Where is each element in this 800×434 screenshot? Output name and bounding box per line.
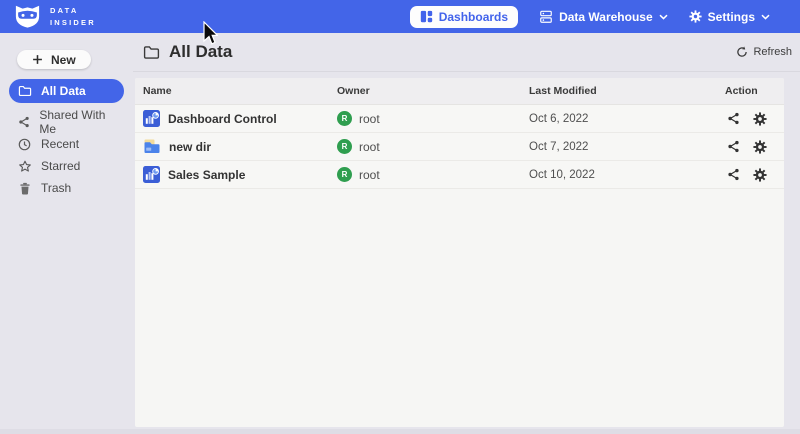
page-layout: New All Data Shared With Me [0, 33, 800, 434]
column-header-action: Action [725, 85, 776, 97]
warehouse-icon [539, 10, 553, 24]
last-modified-cell: Oct 7, 2022 [529, 141, 725, 153]
last-modified-cell: Oct 6, 2022 [529, 113, 725, 125]
sidebar: New All Data Shared With Me [0, 33, 133, 434]
share-icon [17, 116, 30, 128]
action-cell [725, 140, 776, 154]
table-row[interactable]: new dir R root Oct 7, 2022 [135, 133, 784, 161]
column-header-name: Name [143, 85, 337, 97]
name-cell: new dir [143, 139, 337, 154]
folder-outline-icon [143, 45, 160, 60]
dashboards-label: Dashboards [439, 10, 508, 24]
top-bar: DATA INSIDER Dashboards [0, 0, 800, 33]
folder-file-icon [143, 139, 161, 154]
brand-logo[interactable]: DATA INSIDER [13, 4, 96, 29]
owner-avatar: R [337, 111, 352, 126]
sidebar-item-label: Shared With Me [39, 108, 116, 136]
owner-name: root [359, 140, 380, 154]
dashboards-button[interactable]: Dashboards [410, 6, 518, 28]
sidebar-nav: All Data Shared With Me Recent [0, 79, 133, 199]
brand-name: DATA INSIDER [50, 5, 96, 28]
file-name: Dashboard Control [168, 112, 277, 126]
page-title-text: All Data [169, 42, 232, 62]
sidebar-item-label: Starred [41, 159, 80, 173]
dashboard-file-icon [143, 110, 160, 127]
share-icon[interactable] [727, 168, 740, 181]
file-table-card: Name Owner Last Modified Action [135, 78, 784, 427]
new-button-label: New [51, 53, 76, 67]
table-row[interactable]: Dashboard Control R root Oct 6, 2022 [135, 105, 784, 133]
main-content: All Data Refresh Name Owner Last Modifie… [133, 33, 800, 434]
sidebar-item-shared-with-me[interactable]: Shared With Me [9, 111, 124, 133]
gear-icon[interactable] [753, 112, 767, 126]
owner-cell: R root [337, 167, 529, 182]
trash-icon [17, 182, 32, 195]
dashboard-file-icon [143, 166, 160, 183]
window-bottom-edge [0, 429, 800, 434]
sidebar-item-label: All Data [41, 84, 86, 98]
name-cell: Sales Sample [143, 166, 337, 183]
sidebar-item-all-data[interactable]: All Data [9, 79, 124, 103]
owner-cell: R root [337, 111, 529, 126]
action-cell [725, 168, 776, 182]
settings-label: Settings [708, 10, 755, 24]
settings-menu[interactable]: Settings [689, 10, 770, 24]
owner-avatar: R [337, 139, 352, 154]
share-icon[interactable] [727, 112, 740, 125]
file-name: Sales Sample [168, 168, 245, 182]
owner-cell: R root [337, 139, 529, 154]
chevron-down-icon [761, 14, 770, 20]
gear-icon [689, 10, 702, 23]
folder-icon [17, 85, 32, 97]
file-name: new dir [169, 140, 211, 154]
sidebar-item-label: Recent [41, 137, 79, 151]
owl-logo-icon [13, 4, 42, 29]
dashboard-grid-icon [420, 10, 433, 23]
sidebar-item-recent[interactable]: Recent [9, 133, 124, 155]
clock-icon [17, 138, 32, 151]
table-row[interactable]: Sales Sample R root Oct 10, 2022 [135, 161, 784, 189]
sidebar-item-trash[interactable]: Trash [9, 177, 124, 199]
star-icon [17, 160, 32, 173]
owner-avatar: R [337, 167, 352, 182]
gear-icon[interactable] [753, 168, 767, 182]
content-header: All Data Refresh [133, 33, 800, 72]
table-header-row: Name Owner Last Modified Action [135, 78, 784, 105]
column-header-last-modified: Last Modified [529, 85, 725, 97]
data-warehouse-menu[interactable]: Data Warehouse [539, 10, 668, 24]
action-cell [725, 112, 776, 126]
sidebar-item-label: Trash [41, 181, 71, 195]
refresh-label: Refresh [753, 46, 792, 58]
chevron-down-icon [659, 14, 668, 20]
owner-name: root [359, 112, 380, 126]
page-title: All Data [143, 42, 232, 62]
name-cell: Dashboard Control [143, 110, 337, 127]
refresh-icon [736, 46, 748, 58]
last-modified-cell: Oct 10, 2022 [529, 169, 725, 181]
gear-icon[interactable] [753, 140, 767, 154]
sidebar-item-starred[interactable]: Starred [9, 155, 124, 177]
plus-icon [32, 54, 43, 65]
top-nav: Dashboards Data Warehouse [410, 6, 770, 28]
column-header-owner: Owner [337, 85, 529, 97]
share-icon[interactable] [727, 140, 740, 153]
new-button[interactable]: New [17, 50, 91, 69]
owner-name: root [359, 168, 380, 182]
refresh-button[interactable]: Refresh [736, 46, 792, 58]
data-warehouse-label: Data Warehouse [559, 10, 653, 24]
